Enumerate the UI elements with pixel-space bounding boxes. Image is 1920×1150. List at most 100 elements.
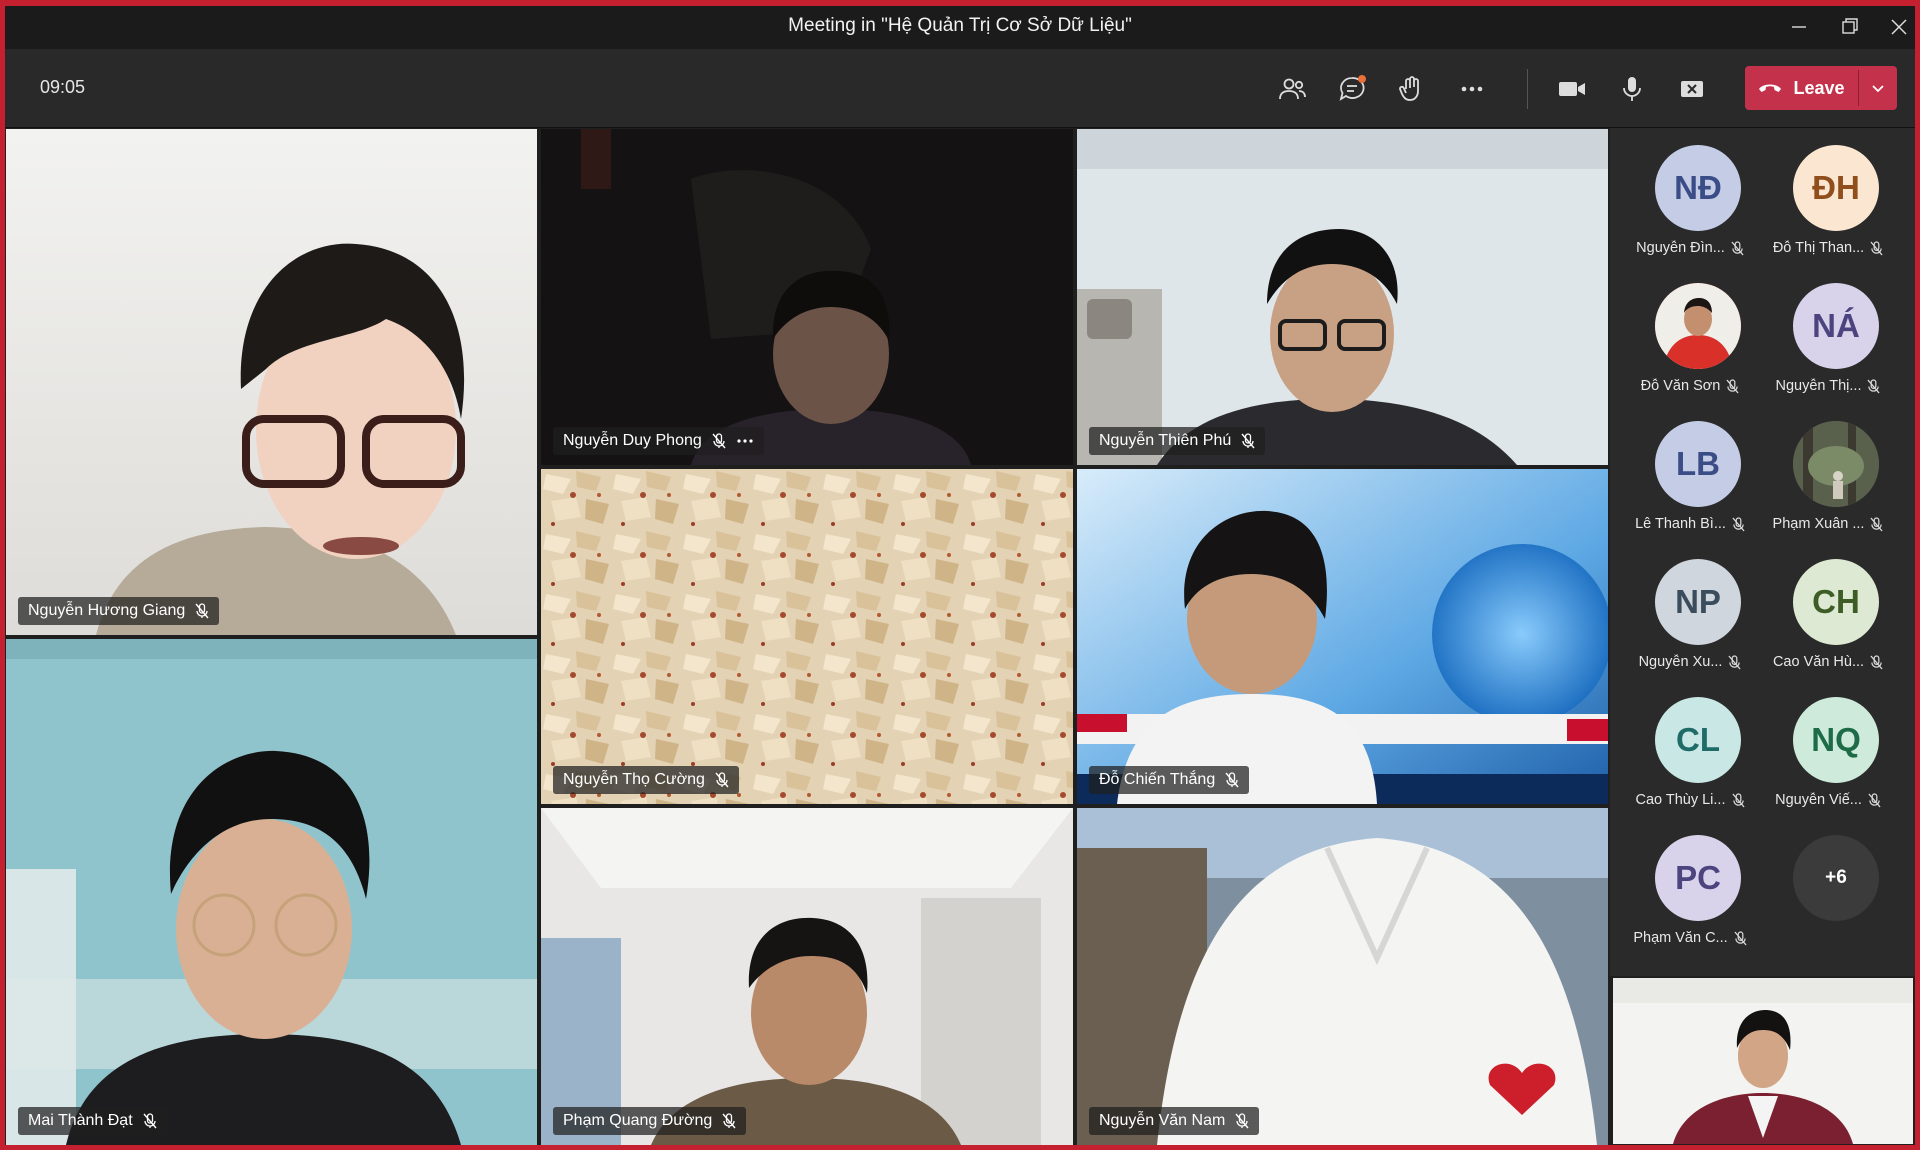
- participant-name: Đỗ Chiến Thắng: [1099, 771, 1216, 788]
- more-icon[interactable]: [1452, 69, 1492, 109]
- minimize-icon[interactable]: [1784, 12, 1814, 42]
- overflow-count: +6: [1793, 835, 1879, 921]
- roster-participant[interactable]: CH Cao Văn Hù...: [1758, 542, 1898, 678]
- window-title: Meeting in "Hệ Quản Trị Cơ Sở Dữ Liệu": [788, 15, 1132, 36]
- participant-name-tag: Đỗ Chiến Thắng: [1089, 766, 1250, 794]
- muted-mic-icon: [1241, 433, 1255, 449]
- roster-participant[interactable]: LB Lê Thanh Bì...: [1620, 404, 1760, 540]
- roster-participant[interactable]: NĐ Nguyễn Đìn...: [1620, 128, 1760, 264]
- roster-name-row: Phạm Xuân ...: [1758, 516, 1898, 532]
- meeting-timer: 09:05: [40, 77, 86, 97]
- roster-participant[interactable]: Đỗ Văn Sơn: [1620, 266, 1760, 402]
- roster-name-row: Nguyễn Viế...: [1758, 792, 1898, 808]
- roster-participant[interactable]: NP Nguyễn Xu...: [1620, 542, 1760, 678]
- self-view-video[interactable]: [1613, 978, 1913, 1144]
- roster-participant[interactable]: PC Phạm Văn C...: [1620, 818, 1760, 954]
- more-options-icon[interactable]: [736, 438, 754, 444]
- muted-mic-icon: [195, 603, 209, 619]
- muted-mic-icon: [1235, 1113, 1249, 1129]
- video-tile[interactable]: Mai Thành Đạt: [6, 639, 537, 1145]
- muted-mic-icon: [1732, 516, 1745, 531]
- video-tile[interactable]: Phạm Quang Đường: [541, 808, 1073, 1145]
- roster-name-row: Lê Thanh Bì...: [1620, 516, 1760, 532]
- muted-mic-icon: [1870, 240, 1883, 255]
- participant-name-tag: Nguyễn Văn Nam: [1089, 1107, 1260, 1135]
- participant-name-tag: Nguyễn Duy Phong: [553, 427, 764, 455]
- participant-name: Nguyễn Thọ Cường: [563, 771, 705, 788]
- participant-name-tag: Nguyễn Thiên Phú: [1089, 427, 1266, 455]
- title-bar: Meeting in "Hệ Quản Trị Cơ Sở Dữ Liệu": [5, 6, 1915, 49]
- video-tile[interactable]: Nguyễn Hương Giang: [6, 129, 537, 635]
- avatar: CL: [1655, 697, 1741, 783]
- muted-mic-icon: [1726, 378, 1739, 393]
- roster-participant[interactable]: NQ Nguyễn Viế...: [1758, 680, 1898, 816]
- share-screen-icon[interactable]: [1672, 69, 1712, 109]
- roster-name: Nguyễn Xu...: [1638, 654, 1723, 670]
- muted-mic-icon: [1225, 772, 1239, 788]
- roster-name: Lê Thanh Bì...: [1635, 516, 1726, 532]
- roster-name: Đỗ Văn Sơn: [1640, 378, 1721, 394]
- roster-name: Phạm Văn C...: [1633, 930, 1728, 946]
- roster-name: Đỗ Thị Than...: [1772, 240, 1865, 256]
- microphone-icon[interactable]: [1612, 69, 1652, 109]
- avatar-photo: [1655, 283, 1741, 369]
- video-tile[interactable]: Nguyễn Thọ Cường: [541, 469, 1073, 804]
- chat-icon[interactable]: [1332, 69, 1372, 109]
- toolbar-divider: [1527, 69, 1528, 109]
- roster-participant[interactable]: CL Cao Thùy Li...: [1620, 680, 1760, 816]
- roster-participant[interactable]: Phạm Xuân ...: [1758, 404, 1898, 540]
- chevron-down-icon: [1872, 85, 1884, 93]
- roster-name: Cao Văn Hù...: [1772, 654, 1865, 670]
- avatar: LB: [1655, 421, 1741, 507]
- roster-participant[interactable]: NÁ Nguyễn Thị...: [1758, 266, 1898, 402]
- muted-mic-icon: [143, 1113, 157, 1129]
- participant-name: Nguyễn Hương Giang: [28, 602, 186, 619]
- avatar: CH: [1793, 559, 1879, 645]
- roster-participant[interactable]: ĐH Đỗ Thị Than...: [1758, 128, 1898, 264]
- phone-hangup-icon: [1759, 84, 1782, 92]
- participant-name: Mai Thành Đạt: [28, 1112, 133, 1129]
- leave-main[interactable]: Leave: [1745, 66, 1857, 110]
- video-tile[interactable]: Nguyễn Duy Phong: [541, 129, 1073, 465]
- more-participants-button[interactable]: +6: [1758, 818, 1898, 954]
- participant-name: Nguyễn Văn Nam: [1099, 1112, 1226, 1129]
- participant-name: Phạm Quang Đường: [563, 1112, 713, 1129]
- roster-name: Phạm Xuân ...: [1772, 516, 1865, 532]
- raise-hand-icon[interactable]: [1392, 69, 1432, 109]
- participant-name-tag: Nguyễn Hương Giang: [18, 597, 220, 625]
- roster-name-row: Cao Văn Hù...: [1758, 654, 1898, 670]
- leave-label: Leave: [1793, 77, 1845, 98]
- muted-mic-icon: [1731, 792, 1745, 807]
- participant-video: [1077, 469, 1608, 804]
- leave-button[interactable]: Leave: [1745, 66, 1897, 110]
- video-tile[interactable]: Nguyễn Văn Nam: [1077, 808, 1608, 1145]
- participant-video: [1077, 808, 1608, 1145]
- participant-name-tag: Phạm Quang Đường: [553, 1107, 747, 1135]
- roster-name-row: Nguyễn Xu...: [1620, 654, 1760, 670]
- muted-mic-icon: [1728, 654, 1741, 669]
- roster-name-row: Phạm Văn C...: [1620, 930, 1760, 946]
- participant-video: [1077, 129, 1608, 465]
- muted-mic-icon: [1734, 930, 1747, 945]
- close-icon[interactable]: [1884, 12, 1914, 42]
- video-tile[interactable]: Đỗ Chiến Thắng: [1077, 469, 1608, 804]
- participant-name: Nguyễn Duy Phong: [563, 432, 702, 449]
- avatar: NP: [1655, 559, 1741, 645]
- muted-mic-icon: [1731, 240, 1744, 255]
- camera-icon[interactable]: [1552, 69, 1592, 109]
- video-tile[interactable]: Nguyễn Thiên Phú: [1077, 129, 1608, 465]
- muted-mic-icon: [1868, 792, 1881, 807]
- muted-mic-icon: [1870, 516, 1884, 531]
- participant-video: [541, 808, 1073, 1145]
- people-icon[interactable]: [1272, 69, 1312, 109]
- roster-name-row: Nguyễn Đìn...: [1620, 240, 1760, 256]
- participant-name-tag: Nguyễn Thọ Cường: [553, 766, 739, 794]
- muted-mic-icon: [1870, 654, 1883, 669]
- roster-name: Nguyễn Thị...: [1775, 378, 1862, 394]
- leave-options-button[interactable]: [1859, 66, 1897, 110]
- avatar: PC: [1655, 835, 1741, 921]
- roster-name-row: Đỗ Văn Sơn: [1620, 378, 1760, 394]
- participant-video: [6, 129, 537, 635]
- restore-icon[interactable]: [1835, 12, 1865, 42]
- roster-name-row: Cao Thùy Li...: [1620, 792, 1760, 808]
